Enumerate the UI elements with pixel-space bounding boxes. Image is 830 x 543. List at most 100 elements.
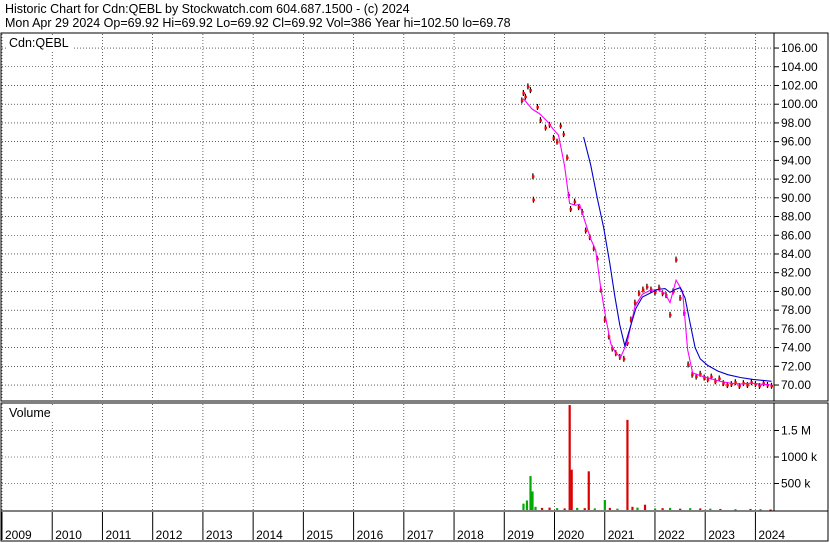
price-close-mark [524,95,527,99]
volume-bar [568,405,571,510]
volume-bar [769,509,772,511]
price-close-mark [522,91,525,95]
y-tick-label: 82.00 [781,266,811,280]
x-tick-label: 2023 [708,528,735,542]
x-tick-label: 2018 [457,528,484,542]
volume-bar [548,507,551,510]
stock-chart: Historic Chart for Cdn:QEBL by Stockwatc… [0,2,829,542]
volume-bar [653,508,657,510]
x-tick-label: 2013 [206,528,233,542]
y-tick-label: 70.00 [781,378,811,392]
y-tick-label: 74.00 [781,341,811,355]
price-close-mark [695,375,698,379]
volume-bar [759,509,762,511]
y-tick-label: 84.00 [781,247,811,261]
price-close-mark [641,288,645,292]
price-close-mark [529,89,532,92]
price-close-mark [679,296,682,300]
volume-bar [583,508,586,510]
y-tick-label: 86.00 [781,228,811,242]
price-close-mark [539,119,542,122]
y-tick-label: 80.00 [781,284,811,298]
price-close-mark [738,384,741,388]
price-close-mark [520,99,524,102]
price-close-mark [531,175,535,178]
volume-bar [689,508,692,510]
volume-bar [679,508,682,510]
price-close-mark [566,156,569,160]
volume-bar [643,504,647,510]
x-tick-label: 2014 [256,528,283,542]
volume-bar [699,508,702,510]
price-close-mark [653,291,657,294]
x-tick-label: 2015 [306,528,333,542]
y-tick-label: 104.00 [781,60,818,74]
volume-bar [616,508,619,510]
y-tick-label: 88.00 [781,210,811,224]
x-tick-label: 2016 [357,528,384,542]
symbol-label: Cdn:QEBL [9,36,69,50]
price-close-mark [559,124,563,128]
price-close-mark [726,384,729,387]
price-close-mark [687,363,690,366]
volume-bar [636,507,639,510]
x-tick-label: 2022 [658,528,685,542]
volume-bar [531,491,534,510]
volume-bar [603,499,606,510]
volume-bar [570,469,573,510]
y-tick-label: 90.00 [781,191,811,205]
volume-bar [669,507,672,510]
volume-tick-label: 500 k [781,477,811,491]
x-tick-label: 2010 [55,528,82,542]
volume-bar [749,508,752,510]
price-close-mark [536,106,539,109]
volume-bar [534,506,537,510]
price-close-mark [710,375,713,379]
price-close-mark [706,378,710,381]
volume-bar [626,419,629,510]
price-close-mark [584,229,588,233]
volume-bar [522,503,525,510]
x-tick-label: 2009 [5,528,32,542]
volume-bar [556,508,559,510]
volume-bar [563,508,566,510]
price-close-mark [532,198,535,202]
x-tick-label: 2021 [608,528,635,542]
chart-stats-line: Mon Apr 29 2024 Op=69.92 Hi=69.92 Lo=69.… [5,16,511,30]
price-close-mark [758,384,761,388]
volume-bar [593,508,596,510]
chart-root: Historic Chart for Cdn:QEBL by Stockwatc… [0,0,830,543]
price-close-mark [544,126,547,130]
price-close-mark [669,313,672,317]
price-close-mark [526,85,530,88]
x-tick-label: 2017 [407,528,434,542]
volume-tick-label: 1.5 M [781,424,811,438]
volume-bar [608,507,611,510]
volume-bar [661,508,664,510]
x-tick-label: 2020 [558,528,585,542]
volume-tick-label: 1000 k [781,450,818,464]
price-close-mark [746,384,749,387]
y-tick-label: 92.00 [781,172,811,186]
y-tick-label: 72.00 [781,359,811,373]
volume-bar [734,509,737,511]
x-tick-label: 2012 [156,528,183,542]
x-tick-label: 2024 [758,528,785,542]
x-tick-label: 2019 [507,528,534,542]
volume-bar [576,507,579,510]
y-tick-label: 100.00 [781,97,818,111]
price-close-mark [573,200,577,204]
price-close-mark [552,136,556,140]
volume-label: Volume [9,406,51,420]
price-close-mark [562,133,566,136]
price-close-mark [718,377,721,380]
price-panel-frame [0,32,829,402]
volume-bar [719,508,722,510]
volume-bar [587,471,590,510]
volume-bar [529,476,532,510]
volume-bar [631,506,634,510]
price-close-mark [556,140,559,144]
y-tick-label: 96.00 [781,135,811,149]
price-close-mark [691,373,694,377]
chart-title: Historic Chart for Cdn:QEBL by Stockwatc… [5,2,410,16]
